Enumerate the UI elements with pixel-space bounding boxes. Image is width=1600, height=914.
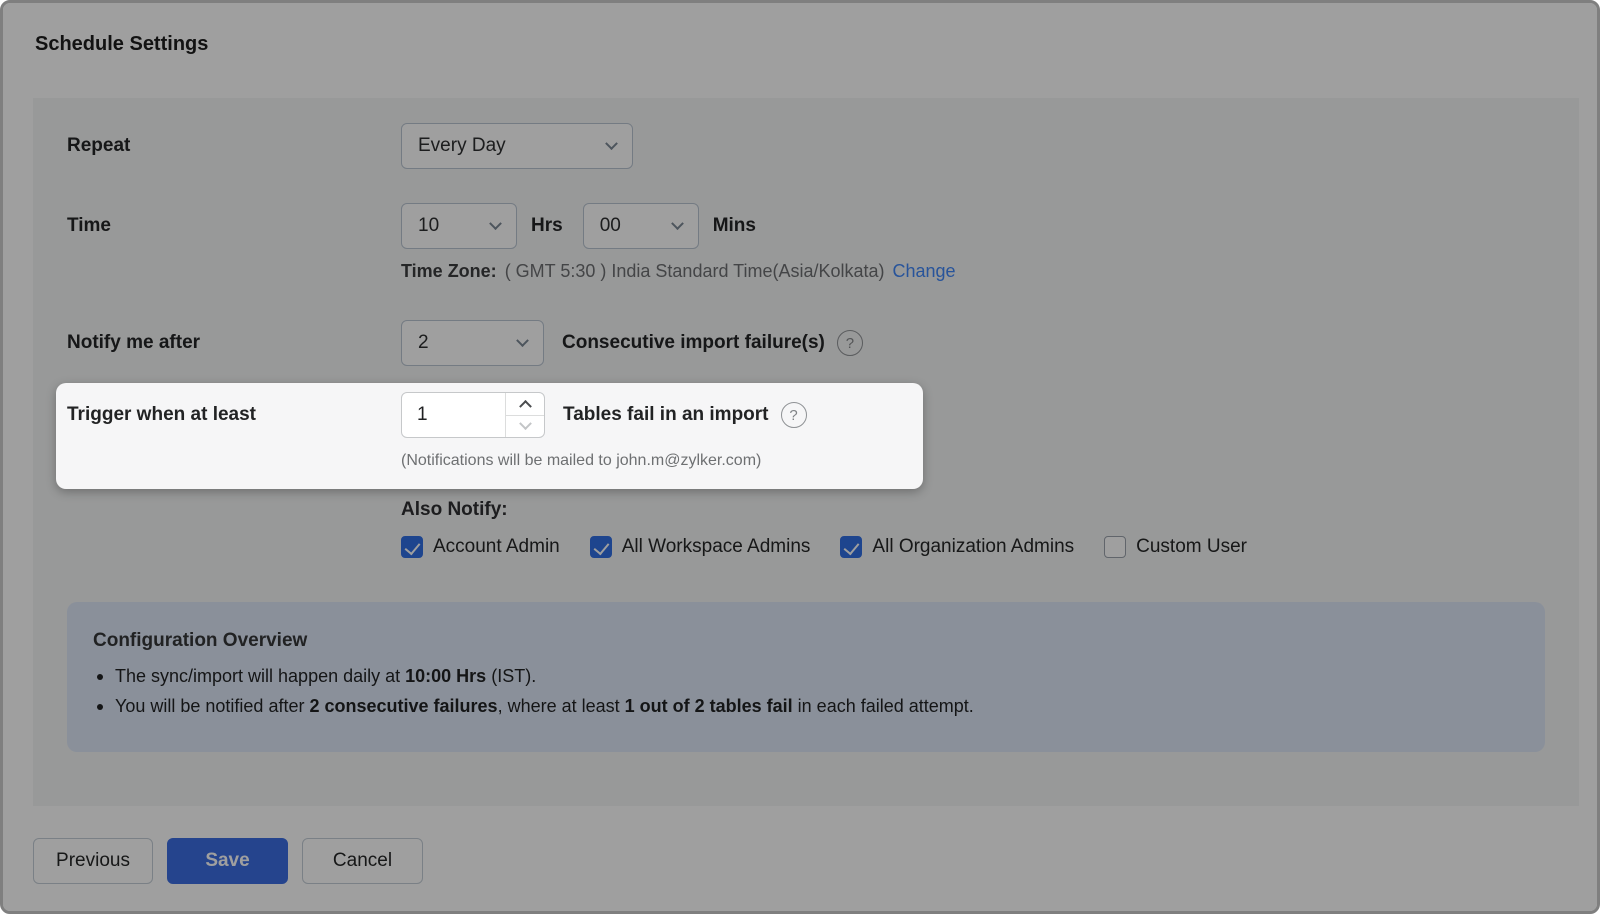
chevron-down-icon: [489, 217, 502, 230]
checkbox-custom-user[interactable]: Custom User: [1104, 536, 1247, 558]
also-notify-options: Account Admin All Workspace Admins All O…: [401, 536, 1545, 558]
chevron-down-icon: [516, 334, 529, 347]
help-icon[interactable]: ?: [781, 402, 807, 428]
notify-after-row: Notify me after 2 Consecutive import fai…: [67, 320, 1545, 366]
config-bullet-notification: You will be notified after 2 consecutive…: [93, 696, 1519, 717]
minutes-select[interactable]: 00: [583, 203, 699, 249]
checkbox[interactable]: [401, 536, 423, 558]
failures-count-select[interactable]: 2: [401, 320, 544, 366]
tables-count-stepper: [505, 393, 544, 437]
trigger-label: Trigger when at least: [67, 404, 401, 426]
tables-count-input-group: [401, 392, 545, 438]
checkbox-label: All Organization Admins: [872, 536, 1074, 558]
checkbox[interactable]: [840, 536, 862, 558]
stepper-increment-button[interactable]: [506, 393, 544, 416]
previous-button[interactable]: Previous: [33, 838, 153, 884]
repeat-row: Repeat Every Day: [67, 123, 1545, 169]
checkbox-label: All Workspace Admins: [622, 536, 811, 558]
trigger-highlight-box: Trigger when at least Tables fail in an …: [56, 383, 923, 489]
hours-select[interactable]: 10: [401, 203, 517, 249]
page-title: Schedule Settings: [35, 33, 208, 56]
trigger-suffix-label: Tables fail in an import: [563, 404, 769, 426]
hours-unit-label: Hrs: [531, 215, 563, 237]
minutes-unit-label: Mins: [713, 215, 756, 237]
checkbox-all-workspace-admins[interactable]: All Workspace Admins: [590, 536, 811, 558]
trigger-row: Trigger when at least Tables fail in an …: [67, 392, 923, 438]
config-bullet-schedule: The sync/import will happen daily at 10:…: [93, 666, 1519, 687]
notify-after-label: Notify me after: [67, 332, 401, 354]
failures-suffix-label: Consecutive import failure(s): [562, 332, 825, 354]
configuration-overview-box: Configuration Overview The sync/import w…: [67, 602, 1545, 752]
cancel-button[interactable]: Cancel: [302, 838, 423, 884]
repeat-select[interactable]: Every Day: [401, 123, 633, 169]
checkbox-all-organization-admins[interactable]: All Organization Admins: [840, 536, 1074, 558]
chevron-down-icon: [519, 417, 532, 430]
repeat-label: Repeat: [67, 135, 401, 157]
notification-email-note: (Notifications will be mailed to john.m@…: [401, 452, 923, 470]
time-row: Time 10 Hrs 00 Mins: [67, 203, 1545, 249]
repeat-select-value: Every Day: [418, 135, 506, 157]
footer-actions: Previous Save Cancel: [33, 838, 423, 884]
timezone-line: Time Zone: ( GMT 5:30 ) India Standard T…: [401, 261, 1545, 282]
hours-select-value: 10: [418, 215, 439, 237]
schedule-settings-screen: Schedule Settings Repeat Every Day Time …: [0, 0, 1600, 914]
checkbox[interactable]: [590, 536, 612, 558]
checkbox[interactable]: [1104, 536, 1126, 558]
chevron-down-icon: [605, 137, 618, 150]
minutes-select-value: 00: [600, 215, 621, 237]
chevron-down-icon: [671, 217, 684, 230]
save-button[interactable]: Save: [167, 838, 288, 884]
help-icon[interactable]: ?: [837, 330, 863, 356]
checkbox-account-admin[interactable]: Account Admin: [401, 536, 560, 558]
time-label: Time: [67, 215, 401, 237]
configuration-overview-list: The sync/import will happen daily at 10:…: [93, 666, 1519, 717]
failures-count-value: 2: [418, 332, 429, 354]
timezone-change-link[interactable]: Change: [893, 261, 956, 282]
timezone-label: Time Zone:: [401, 261, 497, 282]
checkbox-label: Account Admin: [433, 536, 560, 558]
checkbox-label: Custom User: [1136, 536, 1247, 558]
stepper-decrement-button[interactable]: [506, 416, 544, 438]
configuration-overview-title: Configuration Overview: [93, 630, 1519, 652]
timezone-value: ( GMT 5:30 ) India Standard Time(Asia/Ko…: [505, 261, 885, 282]
schedule-settings-panel: Repeat Every Day Time 10 Hrs 00 Mins Tim…: [33, 98, 1579, 806]
tables-count-input[interactable]: [402, 393, 505, 437]
chevron-up-icon: [519, 400, 532, 413]
also-notify-label: Also Notify:: [401, 499, 1545, 521]
